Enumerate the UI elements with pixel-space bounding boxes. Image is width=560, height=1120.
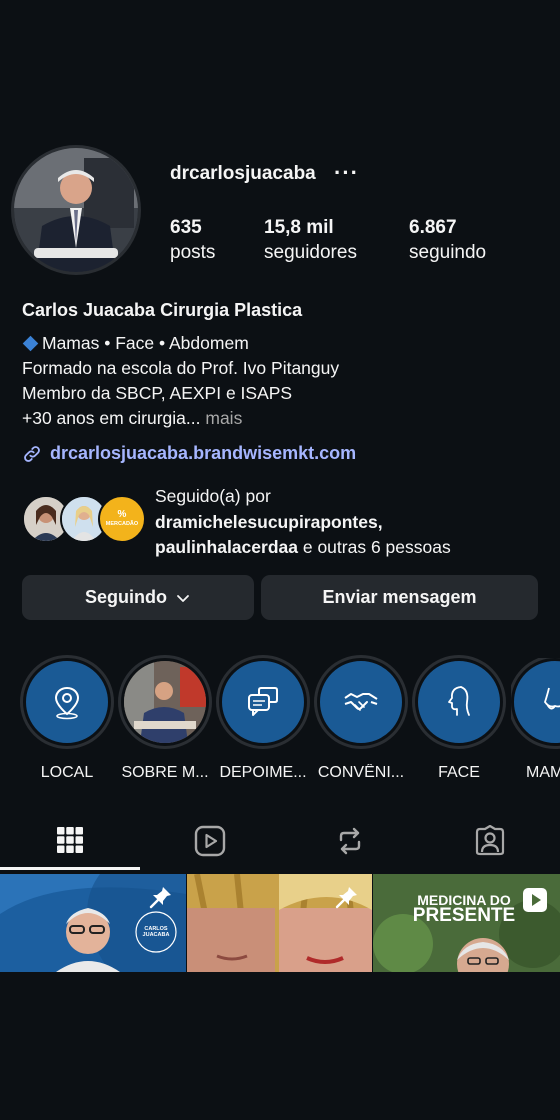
stat-followers[interactable]: 15,8 mil seguidores [264, 215, 357, 265]
display-name: Carlos Juacaba Cirurgia Plastica [22, 300, 303, 320]
send-message-button[interactable]: Enviar mensagem [261, 575, 538, 620]
username[interactable]: drcarlosjuacaba [170, 163, 316, 185]
handshake-icon [344, 693, 378, 711]
blue-diamond-icon [22, 336, 39, 352]
tab-tagged[interactable] [420, 812, 560, 870]
highlight-sobre[interactable]: SOBRE M... [119, 658, 211, 782]
tab-reposts[interactable] [280, 812, 420, 870]
stat-label: seguindo [409, 242, 487, 263]
post-thumbnail[interactable]: MEDICINA DO PRESENTE [373, 874, 560, 972]
location-pin-icon [54, 686, 80, 720]
bio: Mamas • Face • Abdomem Formado na escola… [22, 331, 339, 431]
bio-line-2: Formado na escola do Prof. Ivo Pitanguy [22, 358, 340, 378]
face-profile-icon [448, 686, 470, 716]
post-logo-text: CARLOS JUACABA [142, 926, 170, 938]
tagged-icon [475, 825, 505, 856]
highlight-label: CONVÊNI... [317, 764, 405, 781]
highlight-depoimentos[interactable]: DEPOIME... [217, 658, 309, 782]
followed-by-user[interactable]: dramichelesucupirapontes, [155, 512, 383, 532]
link-icon [24, 445, 40, 462]
follower-avatar-badge: % MERCADÃO [98, 495, 146, 543]
mutual-followers-avatars[interactable]: % MERCADÃO [22, 495, 147, 543]
highlight-label: MAM [526, 764, 560, 781]
stat-label: posts [170, 242, 216, 263]
stat-following[interactable]: 6.867 seguindo [409, 215, 486, 265]
stat-label: seguidores [264, 242, 357, 263]
profile-tabs [0, 812, 560, 872]
profile-avatar[interactable] [14, 148, 138, 272]
tab-posts-grid[interactable] [0, 812, 140, 870]
stat-value: 635 [170, 217, 202, 238]
highlight-label: FACE [438, 764, 480, 781]
highlight-local[interactable]: LOCAL [21, 658, 113, 782]
highlight-mamas[interactable]: MAM [511, 658, 560, 782]
pinned-icon [149, 887, 171, 909]
bio-line-3: Membro da SBCP, AEXPI e ISAPS [22, 383, 293, 403]
profile-link-text: drcarlosjuacaba.brandwisemkt.com [50, 443, 357, 463]
highlight-label: SOBRE M... [121, 764, 209, 781]
bio-more-link[interactable]: mais [205, 408, 242, 428]
posts-grid: CARLOS JUACABA MEDICINA DO PRESENTE [0, 874, 560, 972]
highlight-label: DEPOIME... [219, 764, 307, 781]
followed-by-user[interactable]: paulinhalacerdaa [155, 537, 298, 557]
reels-icon [194, 825, 226, 857]
bio-line-1: Mamas • Face • Abdomem [22, 331, 339, 356]
body-icon [544, 687, 560, 710]
post-thumbnail[interactable] [187, 874, 372, 972]
highlight-label: LOCAL [40, 764, 94, 781]
followed-by-text[interactable]: Seguido(a) por dramichelesucupirapontes,… [155, 484, 451, 561]
chevron-down-icon [177, 594, 189, 602]
bio-line-4: +30 anos em cirurgia... mais [22, 408, 243, 428]
more-options-icon[interactable]: ··· [334, 160, 359, 186]
grid-icon [57, 826, 83, 853]
chat-bubbles-icon [248, 687, 278, 716]
reposts-icon [339, 827, 361, 855]
stat-posts[interactable]: 635 posts [170, 215, 215, 265]
tab-reels[interactable] [140, 812, 280, 870]
post-thumbnail[interactable]: CARLOS JUACABA [0, 874, 186, 972]
post-title: MEDICINA DO PRESENTE [412, 892, 516, 926]
stat-value: 6.867 [409, 217, 457, 238]
pinned-icon [335, 887, 357, 909]
following-button[interactable]: Seguindo [22, 575, 254, 620]
highlight-convenios[interactable]: CONVÊNI... [315, 658, 407, 782]
highlight-photo [124, 661, 206, 743]
highlight-face[interactable]: FACE [413, 658, 505, 782]
stat-value: 15,8 mil [264, 217, 334, 238]
profile-link[interactable]: drcarlosjuacaba.brandwisemkt.com [22, 443, 356, 464]
